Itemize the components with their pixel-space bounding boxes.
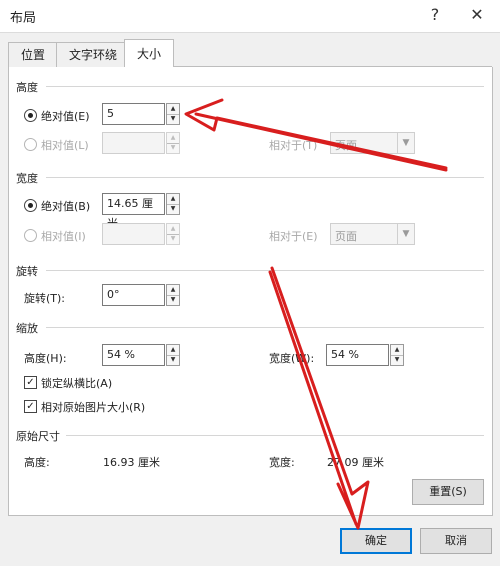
height-relative-to-label: 相对于(T): [269, 139, 318, 152]
divider: [46, 327, 484, 328]
divider: [46, 86, 484, 87]
check-icon: ✓: [26, 401, 35, 412]
spin-down-icon[interactable]: ▼: [167, 234, 179, 244]
help-button[interactable]: ?: [423, 4, 447, 26]
dialog-title: 布局: [10, 11, 37, 26]
scale-height-input[interactable]: 54 %: [102, 344, 165, 366]
height-relative-input[interactable]: [102, 132, 165, 154]
size-panel: [8, 67, 493, 516]
width-absolute-input[interactable]: 14.65 厘米: [102, 193, 165, 230]
scale-height-spinner[interactable]: ▲ ▼: [166, 344, 180, 366]
height-absolute-input[interactable]: 5: [102, 103, 165, 125]
spin-down-icon[interactable]: ▼: [167, 114, 179, 124]
original-width-label: 宽度:: [269, 456, 295, 469]
spin-down-icon[interactable]: ▼: [167, 143, 179, 153]
width-relative-to-label: 相对于(E): [269, 230, 318, 243]
reset-button[interactable]: 重置(S): [412, 479, 484, 505]
help-icon: ?: [430, 5, 440, 24]
height-relative-radio[interactable]: [24, 138, 37, 151]
check-icon: ✓: [26, 377, 35, 388]
original-height-label: 高度:: [24, 456, 50, 469]
scale-width-input[interactable]: 54 %: [326, 344, 389, 366]
height-section-title: 高度: [16, 81, 38, 94]
height-relative-label: 相对值(L): [41, 139, 89, 152]
tab-size[interactable]: 大小: [124, 39, 175, 68]
tab-position[interactable]: 位置: [8, 42, 59, 67]
spin-down-icon[interactable]: ▼: [391, 355, 403, 365]
width-relative-radio[interactable]: [24, 229, 37, 242]
divider: [66, 435, 484, 436]
rotate-label: 旋转(T):: [24, 292, 66, 305]
divider: [46, 177, 484, 178]
scale-width-label: 宽度(W):: [269, 352, 315, 365]
width-absolute-spinner[interactable]: ▲ ▼: [166, 193, 180, 215]
relative-original-checkbox[interactable]: ✓: [24, 400, 37, 413]
height-relative-spinner[interactable]: ▲ ▼: [166, 132, 180, 154]
select-value: 页面: [335, 230, 357, 243]
chevron-down-icon: ▼: [397, 133, 414, 153]
rotate-input[interactable]: 0°: [102, 284, 165, 306]
rotate-section-title: 旋转: [16, 265, 38, 278]
height-absolute-spinner[interactable]: ▲ ▼: [166, 103, 180, 125]
width-absolute-radio[interactable]: [24, 199, 37, 212]
spin-down-icon[interactable]: ▼: [167, 355, 179, 365]
select-value: 页面: [335, 139, 357, 152]
width-relative-to-select[interactable]: 页面 ▼: [330, 223, 415, 245]
rotate-spinner[interactable]: ▲ ▼: [166, 284, 180, 306]
height-relative-to-select[interactable]: 页面 ▼: [330, 132, 415, 154]
width-relative-input[interactable]: [102, 223, 165, 245]
width-relative-label: 相对值(I): [41, 230, 86, 243]
spin-down-icon[interactable]: ▼: [167, 295, 179, 305]
close-button[interactable]: ✕: [465, 4, 489, 26]
close-icon: ✕: [470, 5, 484, 24]
divider: [46, 270, 484, 271]
scale-height-label: 高度(H):: [24, 352, 67, 365]
scale-width-spinner[interactable]: ▲ ▼: [390, 344, 404, 366]
original-size-section-title: 原始尺寸: [16, 430, 60, 443]
height-absolute-label: 绝对值(E): [41, 110, 90, 123]
width-relative-spinner[interactable]: ▲ ▼: [166, 223, 180, 245]
original-height-value: 16.93 厘米: [103, 456, 160, 469]
cancel-button[interactable]: 取消: [420, 528, 492, 554]
ok-button[interactable]: 确定: [340, 528, 412, 554]
height-absolute-radio[interactable]: [24, 109, 37, 122]
lock-aspect-label: 锁定纵横比(A): [41, 377, 113, 390]
original-width-value: 27.09 厘米: [327, 456, 384, 469]
tab-text-wrap[interactable]: 文字环绕: [56, 42, 131, 67]
lock-aspect-checkbox[interactable]: ✓: [24, 376, 37, 389]
relative-original-label: 相对原始图片大小(R): [41, 401, 146, 414]
width-absolute-label: 绝对值(B): [41, 200, 91, 213]
spin-down-icon[interactable]: ▼: [167, 204, 179, 214]
scale-section-title: 缩放: [16, 322, 38, 335]
chevron-down-icon: ▼: [397, 224, 414, 244]
width-section-title: 宽度: [16, 172, 38, 185]
